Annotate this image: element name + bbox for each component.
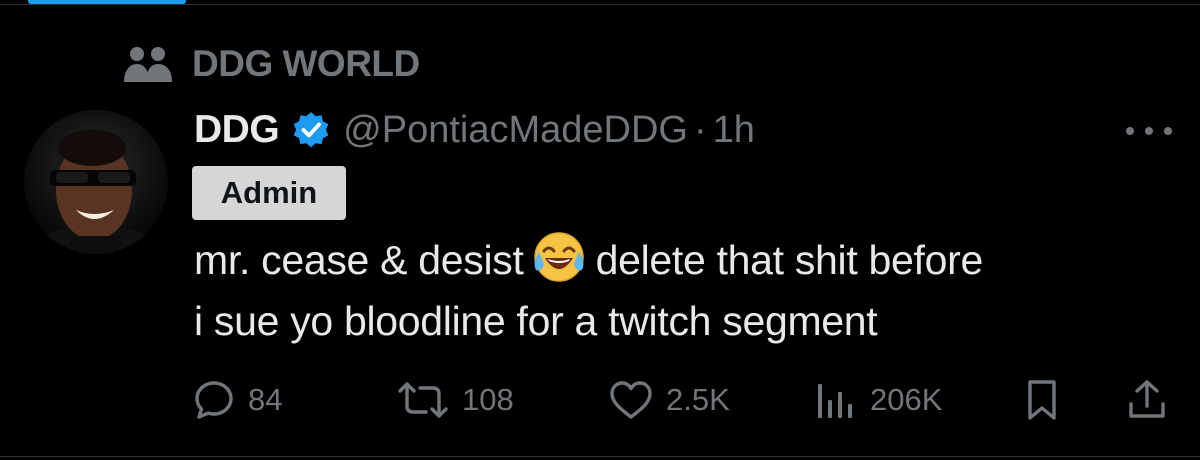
- post-text: mr. cease & desist delete that shit befo…: [194, 230, 1184, 352]
- post-text-line: mr. cease & desist delete that shit befo…: [194, 230, 1184, 291]
- community-name: DDG WORLD: [192, 43, 420, 84]
- more-dot-icon: [1145, 127, 1153, 135]
- action-bar: 84 108 2.5K 206K: [0, 370, 1200, 430]
- repost-icon: [398, 382, 448, 418]
- face-with-tears-of-joy-icon: [532, 230, 586, 284]
- like-count: 2.5K: [666, 382, 730, 417]
- post-timestamp[interactable]: 1h: [713, 109, 755, 152]
- bookmark-button[interactable]: [1024, 370, 1060, 430]
- view-count: 206K: [870, 382, 943, 417]
- post-header: DDG @PontiacMadeDDG · 1h: [194, 104, 755, 156]
- analytics-icon: [818, 384, 852, 418]
- bookmark-icon: [1028, 380, 1056, 420]
- repost-button[interactable]: 108: [396, 370, 514, 430]
- reply-icon: [195, 381, 233, 419]
- more-dot-icon: [1126, 127, 1134, 135]
- verified-badge-icon[interactable]: [291, 110, 331, 150]
- author-handle[interactable]: @PontiacMadeDDG: [343, 109, 688, 152]
- author-name[interactable]: DDG: [194, 108, 280, 152]
- repost-count: 108: [462, 382, 514, 417]
- community-context[interactable]: DDG WORLD: [122, 43, 420, 84]
- like-button[interactable]: 2.5K: [608, 370, 730, 430]
- share-button[interactable]: [1126, 370, 1168, 430]
- views-button[interactable]: 206K: [816, 370, 942, 430]
- heart-icon: [610, 381, 652, 419]
- share-icon: [1129, 380, 1165, 418]
- post-text-segment: delete that shit before: [595, 237, 984, 283]
- more-options-button[interactable]: [1126, 118, 1172, 144]
- more-dot-icon: [1164, 127, 1172, 135]
- reply-count: 84: [248, 382, 283, 417]
- post-text-segment: mr. cease & desist: [194, 237, 524, 283]
- separator-dot: ·: [694, 108, 707, 151]
- divider: [0, 456, 1200, 457]
- reply-button[interactable]: 84: [192, 370, 282, 430]
- divider: [0, 4, 1200, 5]
- role-badge: Admin: [192, 166, 346, 220]
- avatar[interactable]: [24, 110, 168, 254]
- community-icon: [122, 44, 174, 84]
- post-text-line: i sue yo bloodline for a twitch segment: [194, 298, 878, 344]
